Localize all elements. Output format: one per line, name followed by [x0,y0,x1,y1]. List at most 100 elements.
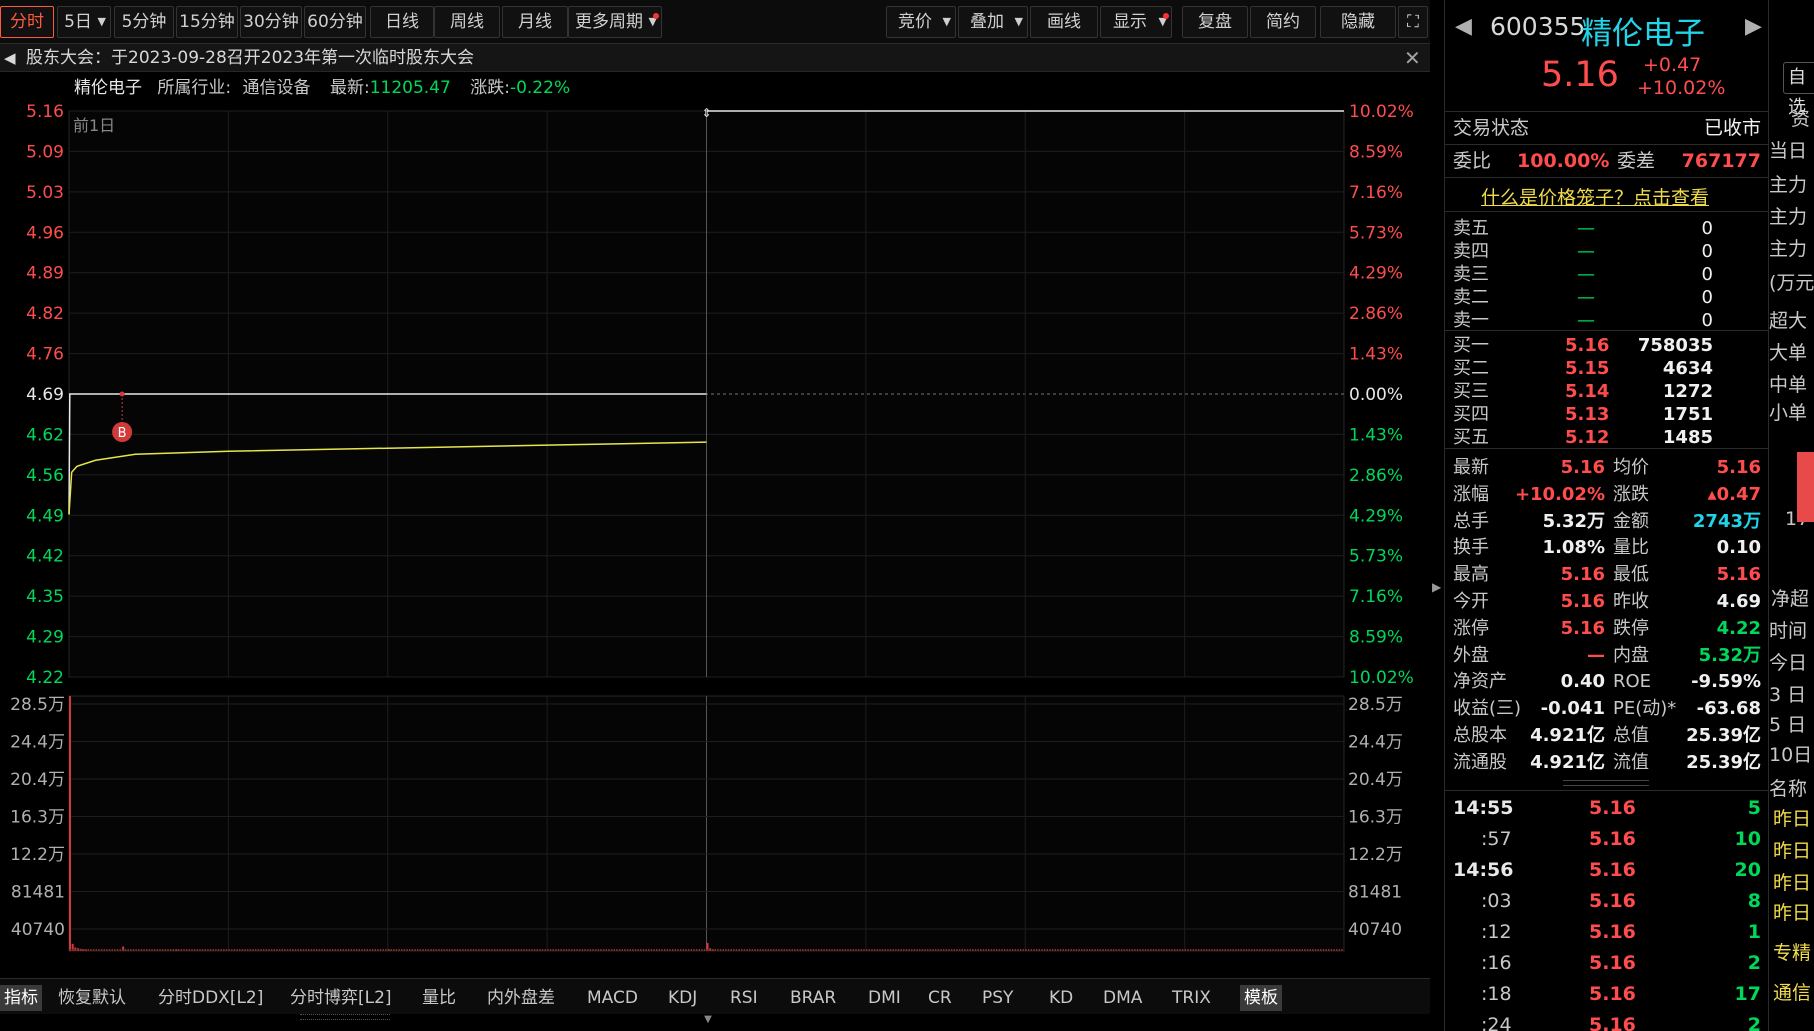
volume-bar [451,949,453,951]
bid-price[interactable]: 5.13 [1565,403,1609,427]
resize-grip[interactable] [300,1014,390,1020]
stat-label: 内盘 [1613,644,1649,666]
volume-bar [725,949,727,951]
ask-price[interactable]: — [1577,217,1595,241]
volume-bar [69,949,71,951]
stat-label: 昨收 [1613,591,1649,612]
ask-level-label: 卖三 [1453,264,1489,285]
volume-bar [172,949,175,951]
clipped-panel-label: 当日 [1769,140,1808,162]
intraday-chart[interactable]: 5.16 10.02% 5.09 8.59% 5.03 7.16% 4.96 5.73% 4.8… [0,100,1430,960]
period-tab[interactable]: 5分钟 [114,6,174,38]
toolbar-button[interactable]: 隐藏 [1320,6,1396,38]
volume-bar [711,949,714,951]
volume-bar [749,949,751,951]
indicator-tab[interactable]: 量比 [422,985,456,1011]
indicator-tab[interactable]: KD [1049,985,1073,1011]
indicator-tab[interactable]: DMA [1103,985,1142,1011]
indicator-tab[interactable]: BRAR [790,985,836,1011]
ask-price[interactable]: — [1577,286,1595,310]
period-tab[interactable]: 60分钟 [304,6,366,38]
indicator-tab[interactable]: 内外盘差 [487,985,555,1011]
weicha-label: 委差 [1617,150,1656,172]
volume-bar [1256,949,1258,951]
indicator-tab[interactable]: 模板 [1240,985,1282,1011]
period-tab[interactable]: 30分钟 [240,6,302,38]
volume-bar [815,949,817,951]
toolbar-button[interactable]: 画线 [1030,6,1098,38]
indicator-tab[interactable]: 恢复默认 [58,985,126,1011]
volume-tick-label: 12.2万 [10,845,65,865]
indicator-tab[interactable]: RSI [730,985,758,1011]
price-tick-label: 4.76 [26,345,64,365]
volume-bar [940,949,942,951]
volume-bar [324,949,326,951]
volume-bar [770,949,772,951]
indicator-tab[interactable]: MACD [587,985,638,1011]
volume-bar [478,949,480,951]
volume-bar [1338,949,1341,951]
megaphone-icon: ◀ [4,49,16,67]
volume-bar [146,949,148,951]
volume-bar [1224,949,1226,951]
indicator-tab[interactable]: KDJ [668,985,697,1011]
ask-level-label: 卖四 [1453,241,1489,262]
tick-time: :18 [1481,983,1512,1005]
stat-label: 最新 [1453,457,1489,478]
indicator-tab[interactable]: 指标 [0,985,42,1011]
next-stock-icon[interactable]: ▶ [1745,14,1762,39]
volume-bar [236,949,238,951]
ask-price[interactable]: — [1577,263,1595,287]
banner-text[interactable]: 股东大会：于2023-09-28召开2023年第一次临时股东大会 [26,44,474,72]
indicator-tab[interactable]: DMI [868,985,901,1011]
stat-row: 总股本 4.921亿 总值 25.39亿 [1445,724,1769,748]
prev-day-label: 前1日 [73,116,115,135]
tick-time: :03 [1481,890,1512,912]
indicator-tab[interactable]: TRIX [1172,985,1211,1011]
scroll-grip[interactable] [1563,780,1649,786]
indicator-tab[interactable]: PSY [982,985,1013,1011]
bid-price[interactable]: 5.15 [1565,357,1609,381]
period-tab[interactable]: 5日 ▼ [57,6,111,38]
period-tab[interactable]: 15分钟 [176,6,238,38]
volume-bar [1322,949,1325,951]
volume-bar [135,949,137,951]
indicator-tab[interactable]: 分时博弈[L2] [290,985,392,1011]
toolbar-button[interactable]: 显示 ▼ [1100,6,1172,38]
volume-bar [1067,949,1070,951]
panel-toggle-handle[interactable]: ▶ [1432,580,1442,620]
volume-bar [504,949,507,951]
stat-value: -63.68 [1696,698,1761,720]
volume-bar [350,949,353,951]
ask-price[interactable]: — [1577,240,1595,264]
bid-price[interactable]: 5.12 [1565,426,1609,450]
period-tab[interactable]: 日线 [370,6,434,38]
toolbar-button[interactable]: 简约 [1250,6,1316,38]
bid-price[interactable]: 5.14 [1565,380,1609,404]
indicator-tab[interactable]: CR [928,985,952,1011]
toolbar-button[interactable]: 竞价 ▼ [886,6,956,38]
tick-time: :12 [1481,921,1512,943]
watchlist-button[interactable]: 自选 [1783,62,1814,118]
close-icon[interactable]: ✕ [1404,44,1421,72]
industry-value[interactable]: 通信设备 [243,78,311,98]
toolbar-button[interactable]: 叠加 ▼ [958,6,1028,38]
indicator-tab[interactable]: 分时DDX[L2] [158,985,263,1011]
volume-bar [1110,949,1112,951]
collapse-arrow-icon[interactable]: ▼ [690,1014,726,1025]
price-cage-link[interactable]: 什么是价格笼子？点击查看 [1481,183,1709,210]
period-tab[interactable]: 月线 [502,6,568,38]
volume-bar [1134,949,1136,951]
period-tab[interactable]: 更多周期 ▼ [568,6,662,38]
volume-bar [1221,949,1224,951]
fullscreen-icon[interactable]: ⛶ [1398,6,1428,38]
volume-bar [393,949,395,951]
volume-bar [167,949,169,951]
toolbar-button[interactable]: 复盘 [1182,6,1248,38]
volume-bar [1306,949,1309,951]
period-tab[interactable]: 周线 [434,6,500,38]
period-tab[interactable]: 分时 [0,6,54,38]
clipped-panel-label: 5 日 [1769,714,1807,736]
bid-price[interactable]: 5.16 [1565,334,1609,358]
prev-stock-icon[interactable]: ◀ [1455,14,1472,39]
